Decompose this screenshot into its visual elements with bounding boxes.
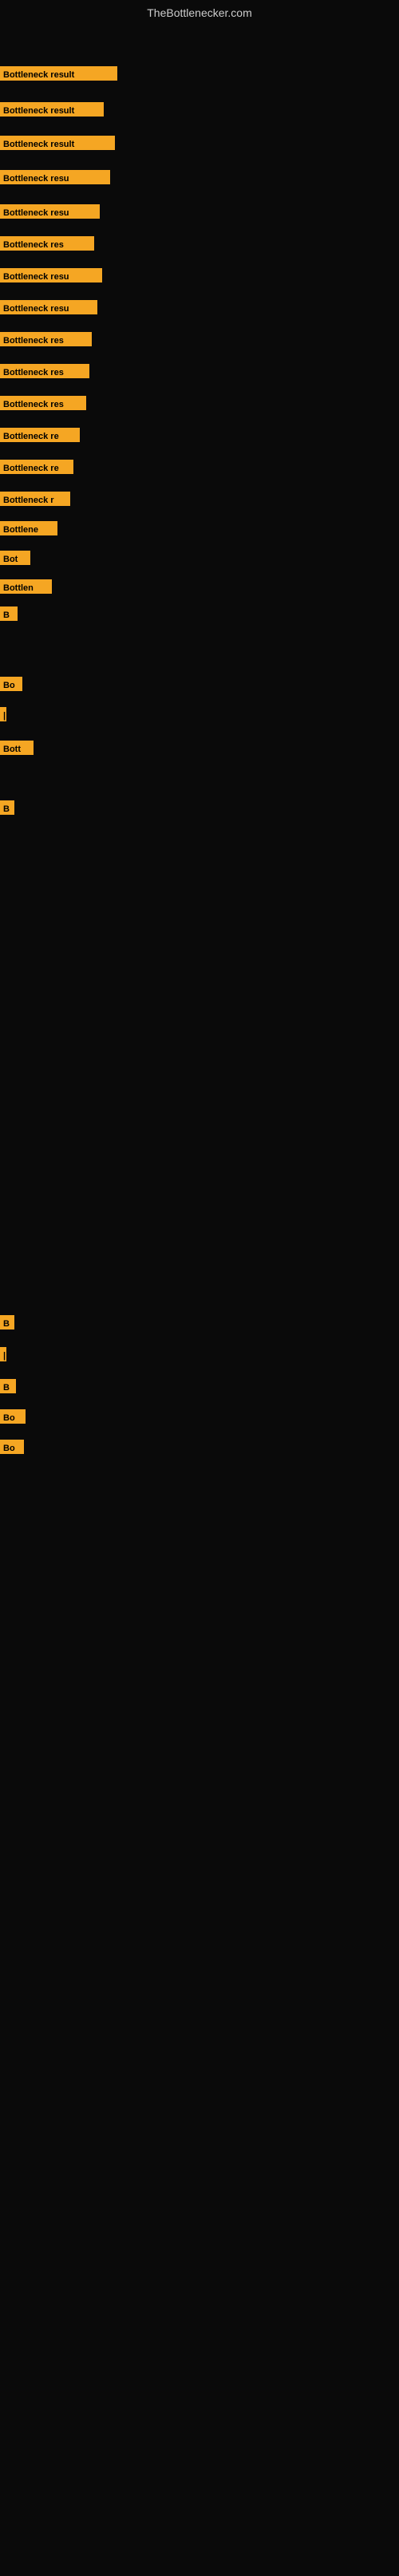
bar-label: Bottleneck res <box>0 236 94 251</box>
bottleneck-bar: Bottleneck result <box>0 102 104 117</box>
bar-label: Bottleneck resu <box>0 170 110 184</box>
bottleneck-bar: Bottleneck res <box>0 236 94 251</box>
bottleneck-bar: Bottleneck resu <box>0 268 102 282</box>
bottleneck-bar: Bottleneck resu <box>0 204 100 219</box>
bar-label: Bo <box>0 1409 26 1424</box>
bar-label: Bottlene <box>0 521 57 535</box>
bottleneck-bar: Bottleneck result <box>0 136 115 150</box>
bar-label: Bottlen <box>0 579 52 594</box>
bottleneck-bar: B <box>0 800 14 815</box>
bottleneck-bar: Bottlene <box>0 521 57 535</box>
bottleneck-bar: Bottleneck res <box>0 332 92 346</box>
bottleneck-bar: Bottleneck resu <box>0 300 97 314</box>
bottleneck-bar: | <box>0 1347 6 1361</box>
bottleneck-bar: Bottleneck result <box>0 66 117 81</box>
bar-label: Bottleneck res <box>0 364 89 378</box>
bar-label: Bo <box>0 677 22 691</box>
bottleneck-bar: Bott <box>0 741 34 755</box>
bottleneck-bar: Bottleneck r <box>0 492 70 506</box>
bar-label: | <box>0 707 6 721</box>
bar-label: Bottleneck re <box>0 428 80 442</box>
bar-label: Bottleneck re <box>0 460 73 474</box>
bar-label: Bottleneck res <box>0 332 92 346</box>
bar-label: Bottleneck resu <box>0 300 97 314</box>
bottleneck-bar: B <box>0 1379 16 1393</box>
bottleneck-bar: Bottleneck resu <box>0 170 110 184</box>
bottleneck-bar: B <box>0 606 18 621</box>
bar-label: Bo <box>0 1440 24 1454</box>
bottleneck-bar: Bo <box>0 1440 24 1454</box>
bar-label: Bott <box>0 741 34 755</box>
bottleneck-bar: Bo <box>0 1409 26 1424</box>
bar-label: | <box>0 1347 6 1361</box>
bottleneck-bar: Bottlen <box>0 579 52 594</box>
site-title: TheBottlenecker.com <box>0 0 399 22</box>
bar-label: B <box>0 800 14 815</box>
bottleneck-bar: B <box>0 1315 14 1329</box>
bar-label: Bottleneck resu <box>0 268 102 282</box>
bar-label: Bottleneck result <box>0 66 117 81</box>
bottleneck-bar: | <box>0 707 6 721</box>
bar-label: B <box>0 1315 14 1329</box>
bar-label: Bottleneck result <box>0 136 115 150</box>
bar-label: Bottleneck result <box>0 102 104 117</box>
bar-label: Bottleneck resu <box>0 204 100 219</box>
bar-label: Bottleneck res <box>0 396 86 410</box>
bottleneck-bar: Bottleneck re <box>0 460 73 474</box>
bar-label: Bottleneck r <box>0 492 70 506</box>
bottleneck-bar: Bottleneck res <box>0 396 86 410</box>
bar-label: Bot <box>0 551 30 565</box>
bottleneck-bar: Bottleneck res <box>0 364 89 378</box>
bar-label: B <box>0 606 18 621</box>
bottleneck-bar: Bottleneck re <box>0 428 80 442</box>
bar-label: B <box>0 1379 16 1393</box>
bottleneck-bar: Bo <box>0 677 22 691</box>
bottleneck-bar: Bot <box>0 551 30 565</box>
